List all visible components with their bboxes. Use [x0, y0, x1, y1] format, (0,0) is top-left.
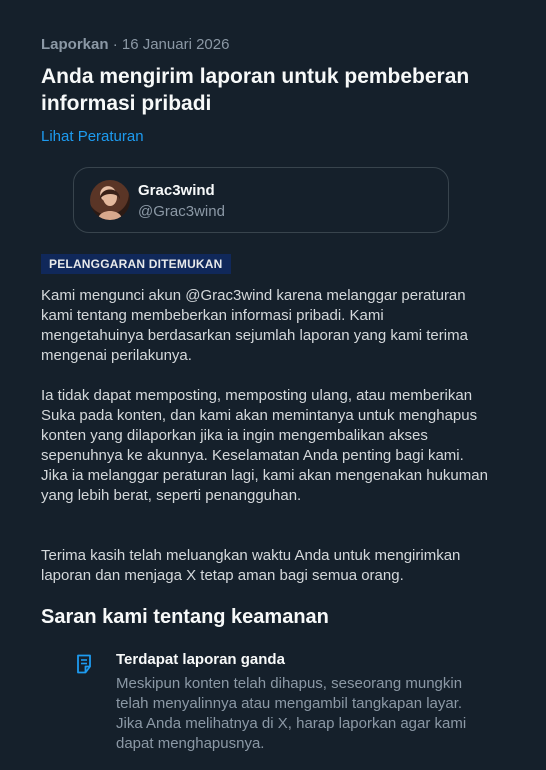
report-date: 16 Januari 2026 [121, 36, 230, 53]
reported-account-card[interactable]: Grac3wind @Grac3wind [73, 167, 449, 233]
safety-heading: Saran kami tentang keamanan [41, 606, 329, 628]
account-display-name[interactable]: Grac3wind [138, 182, 215, 199]
page-title: Anda mengirim laporan untuk pembeberan i… [41, 65, 470, 115]
paragraph-1: Kami mengunci akun @Grac3wind karena mel… [41, 287, 468, 364]
tip-title: Terdapat laporan ganda [116, 651, 285, 668]
view-rules-link[interactable]: Lihat Peraturan [41, 128, 144, 145]
report-page: Laporkan · 16 Januari 2026 Anda mengirim… [0, 0, 546, 770]
paragraph-3: Terima kasih telah meluangkan waktu Anda… [41, 547, 461, 584]
report-meta: Laporkan · 16 Januari 2026 [41, 36, 229, 53]
meta-separator: · [112, 36, 118, 53]
account-handle: @Grac3wind [138, 203, 225, 220]
status-badge: PELANGGARAN DITEMUKAN [41, 254, 231, 274]
avatar[interactable] [90, 180, 130, 220]
tip-body: Meskipun konten telah dihapus, seseorang… [116, 675, 467, 752]
report-source: Laporkan [41, 36, 109, 53]
document-icon [76, 654, 92, 674]
paragraph-2: Ia tidak dapat memposting, memposting ul… [41, 387, 488, 504]
